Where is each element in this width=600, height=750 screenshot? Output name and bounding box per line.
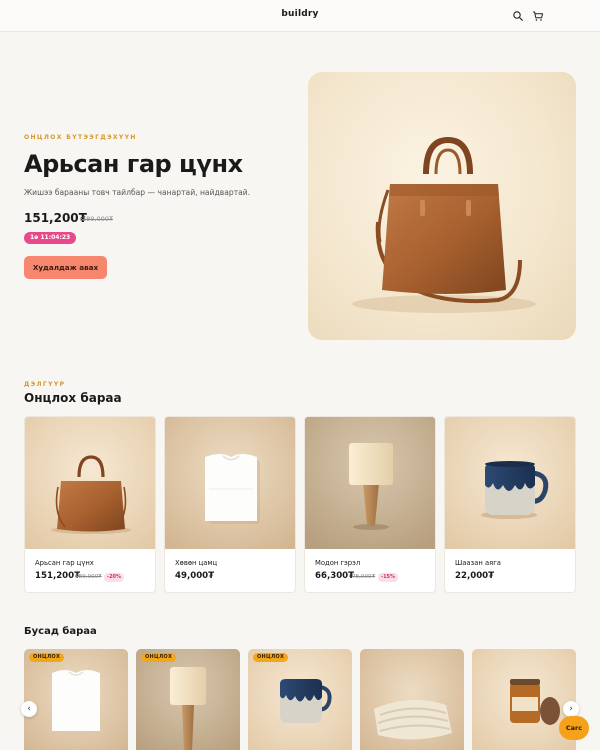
product-image-handbag	[25, 417, 155, 549]
search-icon[interactable]	[512, 10, 524, 22]
handbag-illustration	[352, 136, 536, 313]
featured-eyebrow: ДЭЛГҮҮР	[24, 381, 66, 388]
other-products-title: Бусад бараа	[24, 626, 97, 637]
product-name: Хөвөн цамц	[175, 559, 218, 567]
featured-badge: ОНЦЛОХ	[253, 653, 289, 662]
top-navbar: buildry	[0, 0, 600, 32]
hero-old-price: 189,000₮	[82, 215, 114, 223]
product-price: 66,300₮	[315, 571, 355, 581]
product-image-blanket	[360, 649, 464, 750]
floating-cart-button[interactable]: Carc	[559, 716, 589, 740]
product-price: 22,000₮	[455, 571, 495, 581]
buy-now-button[interactable]: Худалдаж авах	[24, 256, 107, 279]
carousel-next-button[interactable]: ›	[563, 701, 579, 717]
product-price: 151,200₮	[35, 571, 81, 581]
carousel-product-card[interactable]	[360, 649, 464, 750]
product-old-price: 189,000₮	[75, 574, 102, 580]
hero-product-image[interactable]	[308, 72, 576, 340]
featured-title: Онцлох бараа	[24, 391, 122, 405]
discount-badge: -15%	[378, 573, 399, 582]
product-image-tshirt	[24, 649, 128, 750]
cart-icon[interactable]	[532, 10, 544, 22]
brand-logo[interactable]: buildry	[0, 9, 600, 19]
discount-badge: -20%	[104, 573, 125, 582]
carousel-product-card[interactable]: ОНЦЛОХ	[136, 649, 240, 750]
product-image-tshirt	[165, 417, 295, 549]
product-name: Модон гэрэл	[315, 559, 361, 567]
featured-badge: ОНЦЛОХ	[141, 653, 177, 662]
carousel-prev-button[interactable]: ‹	[21, 701, 37, 717]
product-card[interactable]: Шаазан аяга 22,000₮	[444, 416, 576, 593]
product-card[interactable]: Модон гэрэл 66,300₮ 78,000₮ -15%	[304, 416, 436, 593]
product-image-mug	[248, 649, 352, 750]
product-image-lamp	[305, 417, 435, 549]
product-name: Шаазан аяга	[455, 559, 501, 567]
hero-price: 151,200₮	[24, 211, 88, 225]
hero-title: Арьсан гар цүнх	[24, 150, 243, 178]
product-image-mug	[445, 417, 575, 549]
product-card[interactable]: Хөвөн цамц 49,000₮	[164, 416, 296, 593]
product-name: Арьсан гар цүнх	[35, 559, 94, 567]
hero-eyebrow: ОНЦЛОХ БҮТЭЭГДЭХҮҮН	[24, 134, 137, 141]
carousel-product-card[interactable]: ОНЦЛОХ	[248, 649, 352, 750]
carousel-product-card[interactable]: ОНЦЛОХ	[24, 649, 128, 750]
hero-description: Жишээ барааны товч тайлбар — чанартай, н…	[24, 188, 251, 197]
product-old-price: 78,000₮	[352, 574, 376, 580]
product-price: 49,000₮	[175, 571, 215, 581]
featured-badge: ОНЦЛОХ	[29, 653, 65, 662]
product-card[interactable]: Арьсан гар цүнх 151,200₮ 189,000₮ -20%	[24, 416, 156, 593]
countdown-timer-badge: 1ө 11:04:23	[24, 232, 77, 244]
product-image-lamp	[136, 649, 240, 750]
